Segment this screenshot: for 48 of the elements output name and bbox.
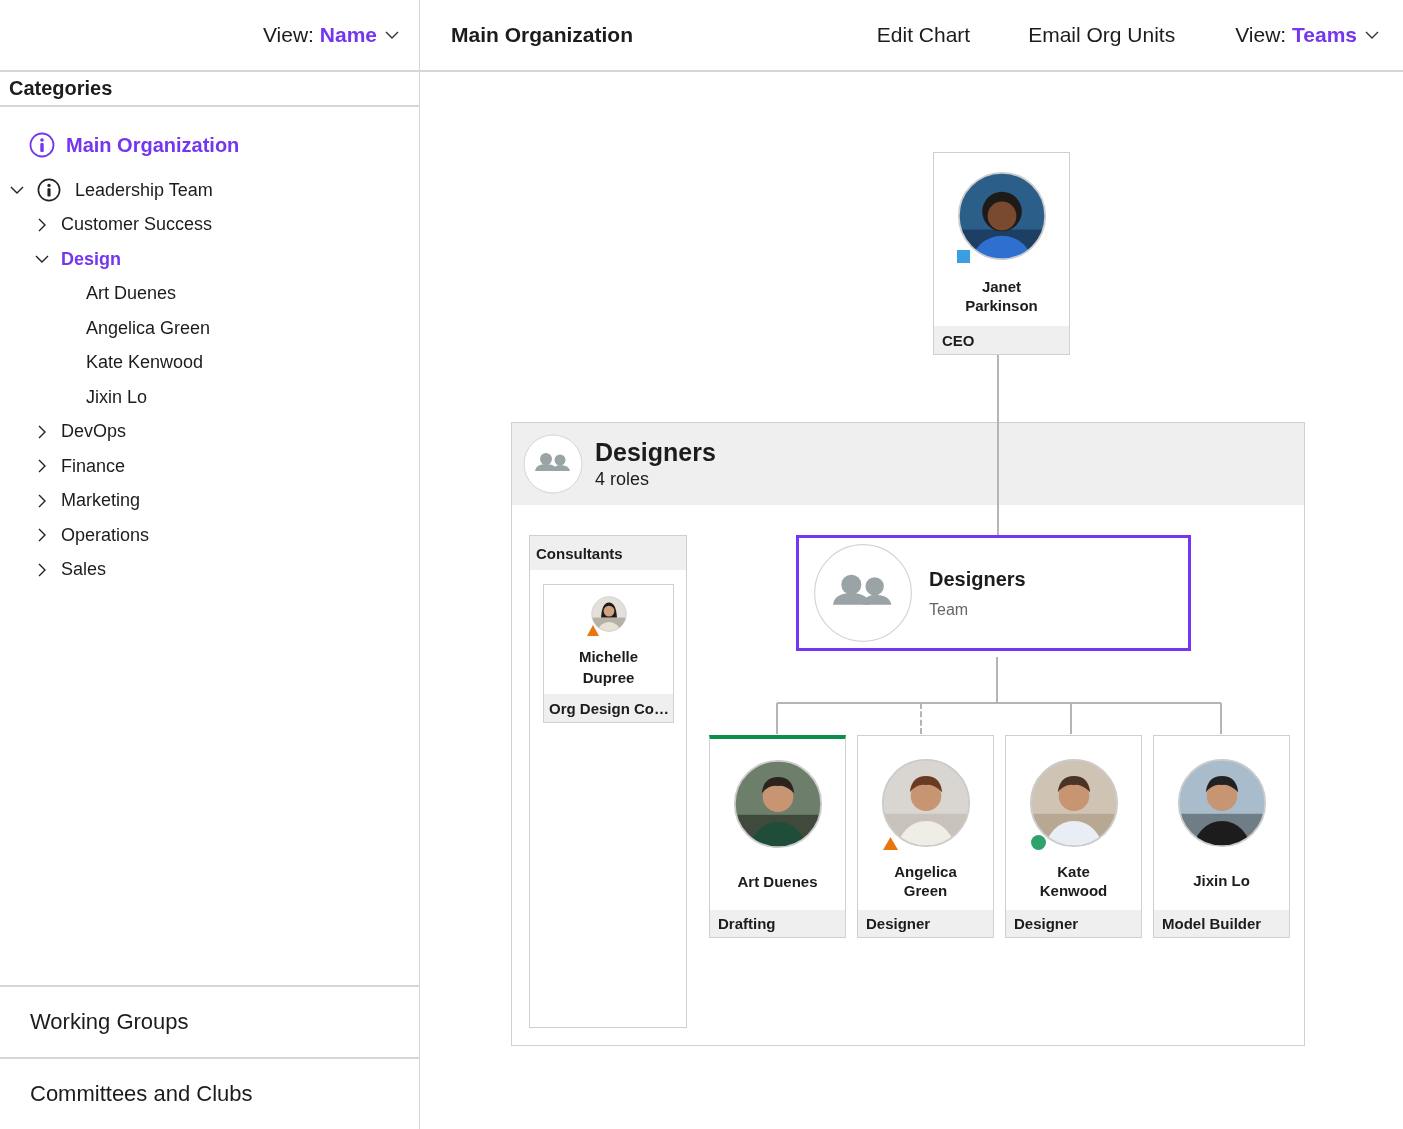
toolbar-link[interactable]: Email Org Units	[1028, 23, 1176, 47]
info-icon	[29, 132, 55, 158]
tree-item[interactable]: Operations	[61, 524, 150, 546]
tree-item[interactable]: Finance	[61, 455, 126, 477]
role-label: CEO	[934, 326, 1069, 354]
person-card[interactable]: Angelica Green Designer	[857, 735, 994, 938]
person-card[interactable]: Jixin Lo Model Builder	[1153, 735, 1290, 938]
role-label: Org Design Co…	[544, 694, 673, 722]
role-label: Designer	[858, 909, 993, 937]
tree-item[interactable]: Kate Kenwood	[86, 352, 204, 374]
person-name: Michelle Dupree	[577, 647, 640, 688]
panel-title: Consultants	[530, 536, 686, 570]
role-label: Designer	[1006, 909, 1141, 937]
role-label: Drafting	[710, 910, 845, 937]
view-dropdown[interactable]: View: Name	[262, 23, 399, 47]
section-item[interactable]: Committees and Clubs	[0, 1057, 419, 1129]
section-item[interactable]: Working Groups	[0, 985, 419, 1057]
group-subtitle: 4 roles	[595, 469, 651, 490]
tree-item[interactable]: Leadership Team	[75, 179, 213, 201]
tree-item[interactable]: Main Organization	[0, 127, 419, 163]
tree-item[interactable]: DevOps	[61, 421, 127, 443]
tree-item[interactable]: Sales	[61, 559, 107, 581]
person-name: Art Duenes	[736, 871, 819, 891]
view-dropdown[interactable]: View: Teams	[1235, 23, 1379, 47]
person-name: Kate Kenwood	[1038, 861, 1109, 900]
person-name: Jixin Lo	[1192, 871, 1251, 891]
people-icon	[523, 434, 583, 494]
person-card[interactable]: Janet Parkinson CEO	[933, 152, 1070, 355]
page-title: Main Organization	[451, 23, 633, 47]
tree-item[interactable]: Customer Success	[61, 214, 213, 236]
tree-item[interactable]: Angelica Green	[86, 317, 211, 339]
person-card[interactable]: Art Duenes Drafting	[709, 735, 846, 938]
team-card[interactable]: Designers Team	[796, 535, 1191, 651]
toolbar-link[interactable]: Edit Chart	[876, 23, 971, 47]
tree-item[interactable]: Art Duenes	[86, 283, 177, 305]
tree-item[interactable]: Jixin Lo	[86, 386, 148, 408]
categories-heading: Categories	[9, 77, 113, 100]
team-type: Team	[929, 600, 970, 619]
group-title: Designers	[595, 438, 716, 467]
person-card[interactable]: Michelle Dupree Org Design Co…	[543, 584, 674, 723]
tree-item[interactable]: Marketing	[61, 490, 141, 512]
people-icon	[813, 543, 913, 643]
role-label: Model Builder	[1154, 909, 1289, 937]
person-card[interactable]: Kate Kenwood Designer	[1005, 735, 1142, 938]
person-name: Janet Parkinson	[964, 276, 1039, 315]
tree-item[interactable]: Design	[61, 248, 121, 270]
team-name: Designers	[929, 567, 1026, 591]
person-name: Angelica Green	[893, 861, 958, 900]
